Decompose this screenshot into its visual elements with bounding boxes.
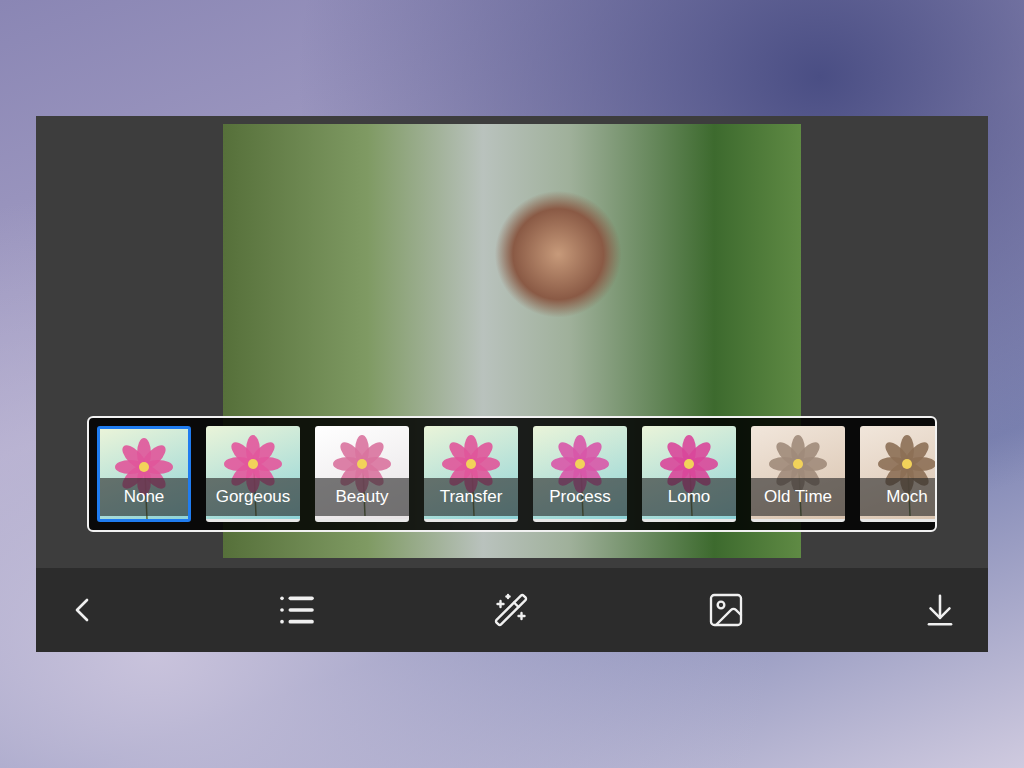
save-button[interactable]	[918, 588, 962, 632]
filter-label: Lomo	[642, 478, 736, 516]
filter-item[interactable]: Gorgeous	[206, 426, 300, 522]
filter-item[interactable]: None	[97, 426, 191, 522]
gallery-button[interactable]	[704, 588, 748, 632]
download-icon	[921, 591, 959, 629]
filter-item[interactable]: Process	[533, 426, 627, 522]
list-button[interactable]	[275, 588, 319, 632]
toolbar	[36, 568, 988, 652]
filter-label: Moch	[860, 478, 937, 516]
magic-wand-icon	[493, 592, 529, 628]
list-icon	[277, 590, 317, 630]
filter-item[interactable]: Moch	[860, 426, 937, 522]
filter-strip[interactable]: None Gorgeous Beauty Transfer Process Lomo Old…	[87, 416, 937, 532]
filter-label: Transfer	[424, 478, 518, 516]
filter-label: Gorgeous	[206, 478, 300, 516]
filter-item[interactable]: Lomo	[642, 426, 736, 522]
filter-item[interactable]: Beauty	[315, 426, 409, 522]
canvas-area: None Gorgeous Beauty Transfer Process Lomo Old…	[36, 116, 988, 568]
image-icon	[706, 590, 746, 630]
app-screen: None Gorgeous Beauty Transfer Process Lomo Old…	[36, 116, 988, 652]
back-icon	[62, 590, 102, 630]
filter-label: Process	[533, 478, 627, 516]
page: None Gorgeous Beauty Transfer Process Lomo Old…	[0, 0, 1024, 768]
effects-button[interactable]	[489, 588, 533, 632]
filter-item[interactable]: Old Time	[751, 426, 845, 522]
back-button[interactable]	[60, 588, 104, 632]
filter-item[interactable]: Transfer	[424, 426, 518, 522]
filter-label: Beauty	[315, 478, 409, 516]
filter-label: Old Time	[751, 478, 845, 516]
filter-label: None	[100, 478, 188, 516]
